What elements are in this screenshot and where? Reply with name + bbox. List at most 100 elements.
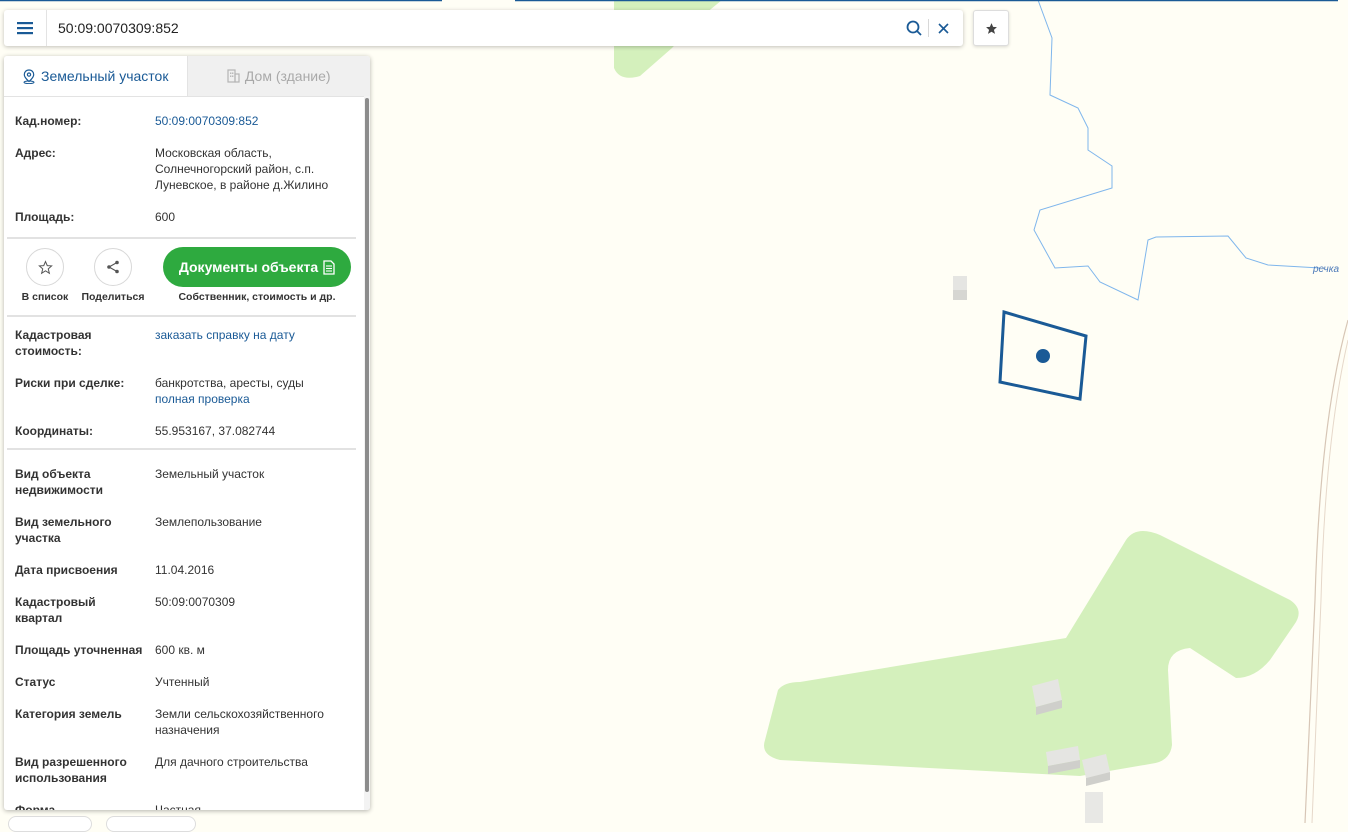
full-check-link[interactable]: полная проверка xyxy=(155,391,350,407)
tab-land-plot-label: Земельный участок xyxy=(41,68,169,84)
tab-building-label: Дом (здание) xyxy=(244,68,331,84)
value-line: Земельный участок xyxy=(155,467,265,481)
panel-scrollbar[interactable] xyxy=(364,96,370,810)
property-row: Кадастровый квартал 50:09:0070309 xyxy=(4,578,359,626)
property-list: Вид объекта недвижимости Земельный участок… xyxy=(4,450,359,810)
property-label: Категория земель xyxy=(15,706,155,738)
tab-building[interactable]: Дом (здание) xyxy=(186,56,370,96)
value-line: Для дачного строительства xyxy=(155,755,308,769)
cadnum-label: Кад.номер: xyxy=(15,114,82,128)
scrollbar-thumb[interactable] xyxy=(365,98,369,792)
close-icon xyxy=(937,22,949,34)
coordinates-label: Координаты: xyxy=(15,424,94,438)
property-value: Учтенный xyxy=(155,674,350,690)
panel-tabs: Земельный участок Дом (здание) xyxy=(4,56,370,97)
search-bar: 50:09:0070309:852 xyxy=(4,10,963,46)
order-certificate-link[interactable]: заказать справку на дату xyxy=(155,327,350,359)
info-row-risks: Риски при сделке: банкротства, аресты, с… xyxy=(4,359,359,407)
label-line: участка xyxy=(15,531,61,545)
property-row: Вид земельного участка Землепользование xyxy=(4,498,359,546)
property-label: Кадастровый квартал xyxy=(15,594,155,626)
tab-land-plot[interactable]: Земельный участок xyxy=(4,56,187,96)
property-label: Вид земельного участка xyxy=(15,514,155,546)
info-row-cadnum: Кад.номер: 50:09:0070309:852 xyxy=(4,96,359,129)
value-line: 600 кв. м xyxy=(155,643,205,657)
object-documents-button[interactable]: Документы объекта xyxy=(163,247,351,287)
label-line: Вид земельного xyxy=(15,515,112,529)
value-line: Учтенный xyxy=(155,675,210,689)
object-documents-subtitle: Собственник, стоимость и др. xyxy=(178,291,336,303)
label-line: Дата присвоения xyxy=(15,563,118,577)
property-row: Статус Учтенный xyxy=(4,658,359,690)
address-line: Луневское, в районе д.Жилино xyxy=(155,178,329,192)
favorites-button[interactable] xyxy=(973,10,1009,46)
clear-search-button[interactable] xyxy=(929,10,957,46)
value-line: Частная xyxy=(155,803,201,810)
bottom-panel-tab[interactable] xyxy=(106,816,196,832)
label-line: недвижимости xyxy=(15,483,103,497)
property-row: Вид разрешенного использования Для дачного… xyxy=(4,738,359,786)
property-row: Вид объекта недвижимости Земельный участок xyxy=(4,450,359,498)
label-line: Вид объекта xyxy=(15,467,91,481)
address-line: Московская область, xyxy=(155,146,272,160)
property-row: Площадь уточненная 600 кв. м xyxy=(4,626,359,658)
share-icon xyxy=(107,260,119,274)
info-row-cadastral-value: Кадастровая стоимость: заказать справку … xyxy=(4,317,359,359)
menu-icon xyxy=(17,22,33,35)
property-label: Площадь уточненная xyxy=(15,642,155,658)
property-value: Земли сельскохозяйственного назначения xyxy=(155,706,350,738)
property-row: ФормасобственностиЧастная xyxy=(4,786,359,810)
share-button[interactable] xyxy=(94,248,132,286)
property-value: Для дачного строительства xyxy=(155,754,350,786)
bottom-panel-tab[interactable] xyxy=(8,816,92,832)
value-line: 50:09:0070309 xyxy=(155,595,236,609)
menu-button[interactable] xyxy=(4,10,47,46)
risks-value: банкротства, аресты, суды полная проверк… xyxy=(155,375,350,407)
cadastral-value-label: Кадастровая стоимость: xyxy=(15,327,155,359)
property-value: Частная xyxy=(155,802,350,810)
property-value: 11.04.2016 xyxy=(155,562,350,578)
add-to-list-button[interactable] xyxy=(26,248,64,286)
property-label: Формасобственности xyxy=(15,802,155,810)
property-label: Статус xyxy=(15,674,155,690)
value-line: Земли сельскохозяйственного xyxy=(155,707,324,721)
label-line: использования xyxy=(15,771,107,785)
info-row-address: Адрес: Московская область, Солнечногорск… xyxy=(4,129,359,193)
location-pin-icon xyxy=(23,68,35,84)
risks-text: банкротства, аресты, суды xyxy=(155,376,304,390)
parcel-center-marker[interactable] xyxy=(1036,349,1050,363)
risks-label: Риски при сделке: xyxy=(15,376,125,390)
property-value: 600 кв. м xyxy=(155,642,350,658)
value-line: 11.04.2016 xyxy=(155,563,215,577)
share-label: Поделиться xyxy=(81,291,145,303)
label-line: Форма xyxy=(15,803,56,810)
search-button[interactable] xyxy=(900,10,928,46)
area-label: Площадь: xyxy=(15,210,75,224)
area-value: 600 xyxy=(155,210,176,224)
value-line: назначения xyxy=(155,723,220,737)
label-line: квартал xyxy=(15,611,63,625)
building-shape xyxy=(953,276,967,300)
label-line: Площадь уточненная xyxy=(15,643,143,657)
cadnum-link[interactable]: 50:09:0070309:852 xyxy=(155,113,350,129)
building-shape xyxy=(1085,792,1103,823)
panel-content[interactable]: Кад.номер: 50:09:0070309:852 Адрес: Моск… xyxy=(4,96,359,810)
action-bar: В список Поделиться Документы объекта Со… xyxy=(4,239,359,315)
address-value: Московская область, Солнечногорский райо… xyxy=(155,145,350,193)
address-line: Солнечногорский район, с.п. xyxy=(155,162,315,176)
search-icon xyxy=(906,20,922,36)
document-icon xyxy=(323,259,335,275)
property-row: Дата присвоения 11.04.2016 xyxy=(4,546,359,578)
star-outline-icon xyxy=(37,259,53,274)
building-icon xyxy=(227,69,240,83)
add-to-list-label: В список xyxy=(21,291,69,303)
property-value: 50:09:0070309 xyxy=(155,594,350,626)
star-icon xyxy=(985,22,997,34)
property-label: Вид объекта недвижимости xyxy=(15,466,155,498)
property-label: Вид разрешенного использования xyxy=(15,754,155,786)
label-line: стоимость: xyxy=(15,344,82,358)
info-panel: Земельный участок Дом (здание) Кад.номер… xyxy=(4,56,370,810)
address-label: Адрес: xyxy=(15,146,56,160)
search-input[interactable]: 50:09:0070309:852 xyxy=(47,20,900,36)
property-value: Землепользование xyxy=(155,514,350,546)
